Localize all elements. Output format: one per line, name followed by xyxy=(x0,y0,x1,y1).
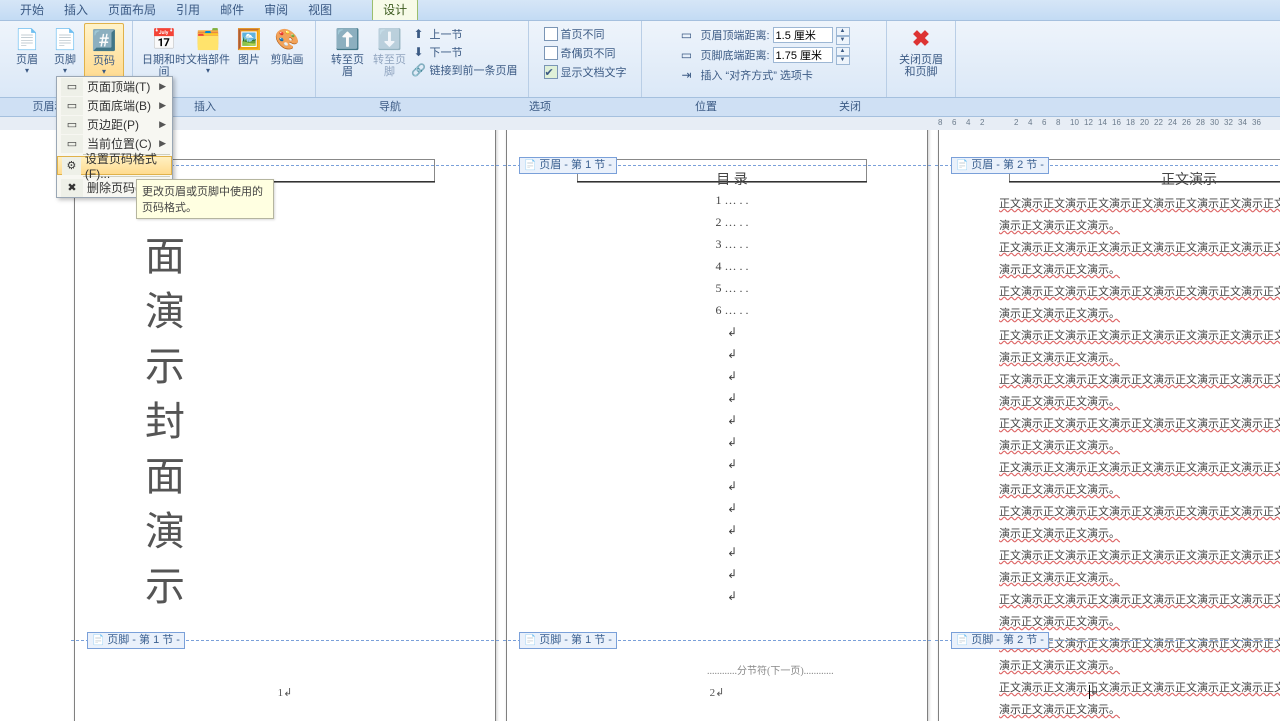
page2-footer-tag[interactable]: 页脚 - 第 1 节 - xyxy=(519,632,617,649)
prev-section-button[interactable]: ⬆上一节 xyxy=(411,25,518,43)
group-position: ▭ 页眉顶端距离: ▲▼ ▭ 页脚底端距离: ▲▼ ⇥ 插入 “对齐方式” 选项… xyxy=(642,21,887,97)
tab-layout[interactable]: 页面布局 xyxy=(98,0,166,20)
footer-distance-icon: ▭ xyxy=(678,47,694,63)
insert-alignment-tab-button[interactable]: ⇥ 插入 “对齐方式” 选项卡 xyxy=(678,65,849,85)
clipart-button[interactable]: 🎨 剪贴画 xyxy=(268,23,306,83)
quick-parts-icon: 🗂️ xyxy=(194,25,222,53)
submenu-arrow-icon: ▶ xyxy=(159,119,166,130)
picture-button[interactable]: 🖼️ 图片 xyxy=(230,23,268,83)
page3-number: ↲ xyxy=(1089,685,1280,699)
menu-tooltip: 更改页眉或页脚中使用的页码格式。 xyxy=(136,179,274,219)
calendar-icon: 📅 xyxy=(150,25,178,53)
close-header-footer-button[interactable]: ✖ 关闭页眉和页脚 xyxy=(895,23,947,83)
goto-header-button[interactable]: ⬆️ 转至页眉 xyxy=(327,23,369,83)
close-icon: ✖ xyxy=(907,25,935,53)
goto-header-icon: ⬆️ xyxy=(334,25,362,53)
ribbon-group-titles: 页眉和页脚 插入 导航 选项 位置 关闭 xyxy=(0,98,1280,117)
clipart-icon: 🎨 xyxy=(273,25,301,53)
page1-cover-text: 封面 演示 封面 演示 xyxy=(145,169,455,609)
submenu-arrow-icon: ▶ xyxy=(159,81,166,92)
ribbon: 📄 页眉▾ 📄 页脚▾ #️⃣ 页码▾ 📅 日期和时间 🗂️ 文档部件▾ xyxy=(0,21,1280,98)
menu-item-icon: ▭ xyxy=(61,97,83,115)
tab-home[interactable]: 开始 xyxy=(10,0,54,20)
up-arrow-icon: ⬆ xyxy=(411,26,427,42)
tab-mailings[interactable]: 邮件 xyxy=(210,0,254,20)
menu-item-bottom[interactable]: ▭页面底端(B) ▶ xyxy=(57,96,172,115)
menu-item-margin[interactable]: ▭页边距(P) ▶ xyxy=(57,115,172,134)
page2-title: 目 录 xyxy=(577,169,887,189)
different-first-page-checkbox[interactable]: 首页不同 xyxy=(544,25,627,43)
menu-item-icon: ✖ xyxy=(61,179,83,197)
menu-item-icon: ▭ xyxy=(61,78,83,96)
footer-bottom-spinner[interactable]: ▲▼ xyxy=(836,47,850,63)
next-section-button[interactable]: ⬇下一节 xyxy=(411,43,518,61)
section-break-label: ............分节符(下一页)............ xyxy=(707,662,834,677)
goto-footer-icon: ⬇️ xyxy=(376,25,404,53)
header-icon: 📄 xyxy=(13,25,41,53)
header-top-label: 页眉顶端距离: xyxy=(700,27,769,43)
page1-number: 1↲ xyxy=(75,686,495,699)
menu-item-label: 设置页码格式(F)... xyxy=(85,150,167,181)
menu-item-label: 页边距(P) xyxy=(87,116,139,133)
group-options: 首页不同 奇偶页不同 ✔显示文档文字 xyxy=(529,21,642,97)
tab-design[interactable]: 设计 xyxy=(372,0,418,20)
group-close: ✖ 关闭页眉和页脚 xyxy=(887,21,956,97)
menu-item-icon: ⚙ xyxy=(62,157,81,175)
menu-item-label: 页面顶端(T) xyxy=(87,78,150,95)
header-top-input[interactable] xyxy=(773,27,833,43)
tab-view[interactable]: 视图 xyxy=(298,0,342,20)
submenu-arrow-icon: ▶ xyxy=(159,100,166,111)
menu-item-icon: ▭ xyxy=(61,116,83,134)
picture-icon: 🖼️ xyxy=(235,25,263,53)
submenu-arrow-icon: ▶ xyxy=(159,138,166,149)
page3-footer-tag[interactable]: 页脚 - 第 2 节 - xyxy=(951,632,1049,649)
menu-item-label: 页面底端(B) xyxy=(87,97,151,114)
footer-icon: 📄 xyxy=(51,25,79,53)
different-odd-even-checkbox[interactable]: 奇偶页不同 xyxy=(544,44,627,62)
menu-item-icon: ▭ xyxy=(61,135,83,153)
goto-footer-button: ⬇️ 转至页脚 xyxy=(369,23,411,83)
page2-toc: 1 … . . 2 … . . 3 … . . 4 … . . 5 … . . … xyxy=(577,193,887,611)
header-distance-icon: ▭ xyxy=(678,27,694,43)
align-tab-icon: ⇥ xyxy=(678,67,694,83)
page-3: 页眉 - 第 2 节 - 正文演示 正文演示正文演示正文演示正文演示正文演示正文… xyxy=(938,130,1280,721)
show-document-text-checkbox[interactable]: ✔显示文档文字 xyxy=(544,63,627,81)
header-top-spinner[interactable]: ▲▼ xyxy=(836,27,850,43)
date-time-button[interactable]: 📅 日期和时间 xyxy=(142,23,186,83)
menu-item-format[interactable]: ⚙设置页码格式(F)... xyxy=(57,156,172,175)
menu-item-top[interactable]: ▭页面顶端(T) ▶ xyxy=(57,77,172,96)
tab-references[interactable]: 引用 xyxy=(166,0,210,20)
tab-review[interactable]: 审阅 xyxy=(254,0,298,20)
quick-parts-button[interactable]: 🗂️ 文档部件▾ xyxy=(186,23,230,83)
tab-insert[interactable]: 插入 xyxy=(54,0,98,20)
page3-title: 正文演示 xyxy=(999,169,1280,189)
footer-button[interactable]: 📄 页脚▾ xyxy=(46,23,84,83)
footer-bottom-input[interactable] xyxy=(773,47,833,63)
page2-number: 2↲ xyxy=(507,686,927,699)
ribbon-tabs: 开始 插入 页面布局 引用 邮件 审阅 视图 设计 xyxy=(0,0,1280,21)
group-navigation: ⬆️ 转至页眉 ⬇️ 转至页脚 ⬆上一节 ⬇下一节 🔗链接到前一条页眉 xyxy=(316,21,529,97)
footer-bottom-label: 页脚底端距离: xyxy=(700,47,769,63)
page1-footer-tag[interactable]: 页脚 - 第 1 节 - xyxy=(87,632,185,649)
down-arrow-icon: ⬇ xyxy=(411,44,427,60)
header-button[interactable]: 📄 页眉▾ xyxy=(8,23,46,83)
page-number-icon: #️⃣ xyxy=(90,26,118,54)
link-icon: 🔗 xyxy=(411,62,427,78)
link-previous-button[interactable]: 🔗链接到前一条页眉 xyxy=(411,61,518,79)
page-2: 页眉 - 第 1 节 - 目 录 1 … . . 2 … . . 3 … . .… xyxy=(506,130,928,721)
